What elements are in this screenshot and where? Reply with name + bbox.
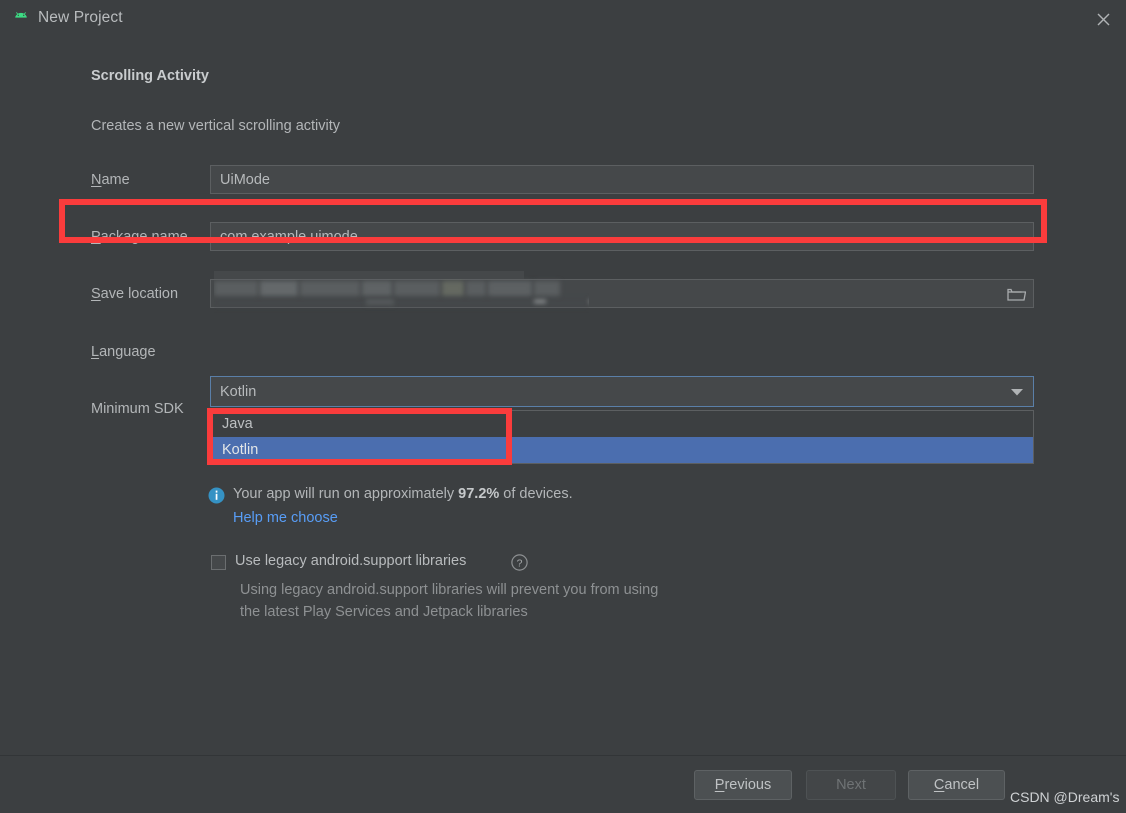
- legacy-libraries-label[interactable]: Use legacy android.support libraries: [235, 553, 466, 569]
- page-description: Creates a new vertical scrolling activit…: [91, 118, 341, 134]
- minimum-sdk-label: Minimum SDK: [91, 401, 184, 417]
- package-name-input[interactable]: com.example.uimode: [210, 222, 1034, 251]
- info-icon: [208, 487, 225, 504]
- new-project-dialog: New Project Scrolling Activity Creates a…: [0, 0, 1126, 813]
- dropdown-option-kotlin[interactable]: Kotlin: [211, 437, 1033, 463]
- android-icon: [12, 11, 30, 27]
- language-select[interactable]: Kotlin: [210, 376, 1034, 407]
- device-coverage-text: Your app will run on approximately 97.2%…: [233, 486, 573, 502]
- save-location-input[interactable]: [210, 279, 1034, 308]
- question-mark-icon[interactable]: ?: [511, 554, 528, 571]
- folder-icon[interactable]: [1000, 280, 1033, 307]
- page-title: Scrolling Activity: [91, 68, 209, 84]
- name-input-value: UiMode: [220, 171, 270, 188]
- coverage-text-after: of devices.: [499, 486, 573, 502]
- svg-text:?: ?: [517, 557, 523, 569]
- dialog-content: Scrolling Activity Creates a new vertica…: [0, 39, 1126, 755]
- language-selected-value: Kotlin: [220, 383, 257, 400]
- dropdown-option-java[interactable]: Java: [211, 411, 1033, 437]
- package-name-label: Package name: [91, 229, 188, 245]
- next-button: Next: [806, 770, 896, 800]
- legacy-description-line2: the latest Play Services and Jetpack lib…: [240, 604, 528, 620]
- close-icon[interactable]: [1080, 0, 1126, 39]
- chevron-down-icon: [1011, 384, 1023, 400]
- coverage-text-before: Your app will run on approximately: [233, 486, 459, 502]
- previous-button[interactable]: Previous: [694, 770, 792, 800]
- coverage-percent: 97.2%: [458, 486, 500, 502]
- save-location-label: Save location: [91, 286, 179, 302]
- legacy-libraries-checkbox[interactable]: [211, 555, 226, 570]
- package-name-value: com.example.uimode: [220, 228, 358, 245]
- legacy-description-line1: Using legacy android.support libraries w…: [240, 582, 659, 598]
- help-me-choose-link[interactable]: Help me choose: [233, 510, 338, 526]
- cancel-button[interactable]: Cancel: [908, 770, 1005, 800]
- window-title: New Project: [38, 9, 123, 26]
- name-input[interactable]: UiMode: [210, 165, 1034, 194]
- language-dropdown-popup[interactable]: Java Kotlin: [210, 410, 1034, 464]
- language-label: Language: [91, 344, 156, 360]
- dialog-footer: Previous Next Cancel Finish: [0, 755, 1126, 813]
- name-label: Name: [91, 172, 130, 188]
- title-bar: New Project: [0, 0, 1126, 39]
